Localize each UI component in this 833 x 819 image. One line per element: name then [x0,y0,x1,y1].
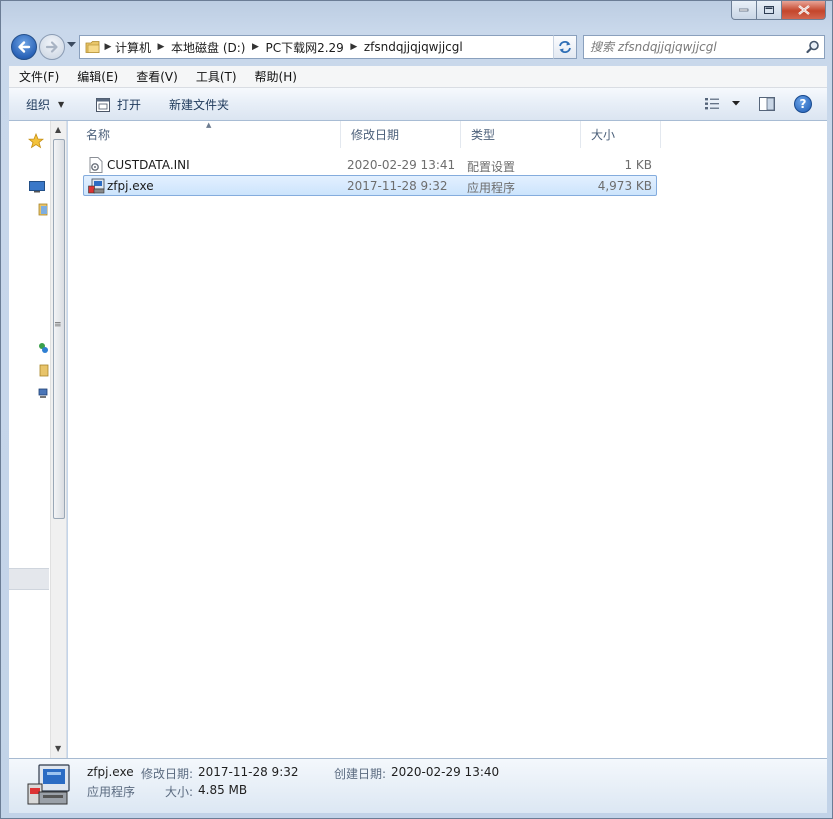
favorites-star-icon[interactable] [28,133,44,149]
file-date: 2020-02-29 13:41 [347,158,456,172]
setup-installer-icon [88,178,105,194]
scrollbar-grip-icon: ≡ [54,320,62,330]
details-filename: zfpj.exe [87,765,134,779]
menu-tools[interactable]: 工具(T) [186,68,245,85]
file-name: CUSTDATA.INI [107,158,190,172]
details-modified-label: 修改日期: [141,767,194,781]
menu-bar: 文件(F) 编辑(E) 查看(V) 工具(T) 帮助(H) [9,66,827,88]
ini-settings-file-icon [89,157,103,173]
open-label: 打开 [117,98,142,112]
close-icon [797,5,810,15]
folder-icon [85,41,100,53]
breadcrumb-computer[interactable]: 计算机 [115,39,151,56]
file-row-selected[interactable]: zfpj.exe 2017-11-28 9:32 应用程序 4,973 KB [83,175,657,196]
new-folder-button[interactable]: 新建文件夹 [169,96,229,113]
menu-help[interactable]: 帮助(H) [245,68,305,85]
search-input[interactable] [590,39,800,55]
forward-arrow-icon [45,41,58,53]
organize-label: 组织 [26,98,51,112]
menu-file[interactable]: 文件(F) [9,68,67,85]
details-type: 应用程序 [87,785,136,799]
desktop-icon[interactable] [29,181,45,193]
organize-button[interactable]: 组织 ▼ [26,96,64,113]
libraries-icon[interactable] [38,203,48,217]
column-header-type[interactable]: 类型 [461,121,581,148]
menu-view[interactable]: 查看(V) [126,68,186,85]
column-name-label: 名称 [86,128,111,142]
navigation-pane-selection [9,568,49,590]
file-row[interactable]: CUSTDATA.INI 2020-02-29 13:41 配置设置 1 KB [83,154,657,175]
details-size-label: 大小: [165,785,194,799]
breadcrumb-chevron-icon[interactable]: ▶ [101,42,115,52]
column-date-label: 修改日期 [351,128,400,142]
scroll-down-arrow-icon[interactable]: ▼ [55,744,61,753]
file-type: 配置设置 [467,160,516,174]
back-button[interactable] [11,34,37,60]
column-type-label: 类型 [471,128,496,142]
details-size-value: 4.85 MB [198,783,248,797]
file-name: zfpj.exe [107,179,154,193]
network-icon[interactable] [38,386,48,400]
open-button[interactable]: 打开 [95,96,141,113]
navigation-pane-scrollbar[interactable]: ▲ ≡ ▼ [50,121,67,758]
file-list: ▲ 名称 修改日期 类型 大小 CUSTDATA.INI 2020-02-29 … [68,121,827,758]
setup-installer-icon [27,764,70,805]
homegroup-icon[interactable] [38,341,48,355]
navigation-pane [9,121,50,758]
recent-pages-chevron-down-icon[interactable] [67,42,76,48]
minimize-button[interactable] [731,1,757,20]
search-box [583,35,825,59]
command-bar: 组织 ▼ 打开 新建文件夹 ? [9,88,827,121]
breadcrumb-folder[interactable]: PC下载网2.29 [265,39,343,56]
breadcrumb: ▶ 计算机 ▶ 本地磁盘 (D:) ▶ PC下载网2.29 ▶ zfsndqjj… [101,39,463,56]
maximize-button[interactable] [757,1,782,20]
column-header-size[interactable]: 大小 [581,121,661,148]
column-header-date[interactable]: 修改日期 [341,121,461,148]
details-created-label: 创建日期: [334,767,387,781]
preview-pane-icon[interactable] [759,97,775,111]
maximize-icon [763,5,774,14]
caption-buttons [731,1,826,20]
minimize-icon [739,8,749,12]
explorer-window: ▶ 计算机 ▶ 本地磁盘 (D:) ▶ PC下载网2.29 ▶ zfsndqjj… [0,0,833,819]
details-pane: zfpj.exe 修改日期: 2017-11-28 9:32 创建日期: 202… [9,758,827,813]
breadcrumb-chevron-icon[interactable]: ▶ [344,42,364,52]
column-size-label: 大小 [591,128,616,142]
computer-folder-icon[interactable] [39,364,49,378]
change-view-button[interactable] [704,97,741,111]
file-size: 4,973 KB [597,179,652,193]
chevron-down-icon [732,101,740,106]
file-type: 应用程序 [467,181,516,195]
refresh-button[interactable] [553,35,577,59]
file-size: 1 KB [624,158,652,172]
forward-button[interactable] [39,34,65,60]
new-folder-label: 新建文件夹 [169,98,230,112]
breadcrumb-current[interactable]: zfsndqjjqjqwjjcgl [364,40,463,54]
back-arrow-icon [18,41,31,53]
search-icon[interactable] [806,40,820,54]
details-modified-value: 2017-11-28 9:32 [198,765,299,779]
breadcrumb-drive[interactable]: 本地磁盘 (D:) [171,39,245,56]
refresh-icon [559,41,571,53]
chevron-down-icon: ▼ [58,100,65,109]
breadcrumb-chevron-icon[interactable]: ▶ [151,42,171,52]
file-date: 2017-11-28 9:32 [347,179,448,193]
details-view-icon [705,98,719,110]
navigation-bar: ▶ 计算机 ▶ 本地磁盘 (D:) ▶ PC下载网2.29 ▶ zfsndqjj… [9,33,827,61]
close-button[interactable] [782,1,826,20]
details-created-value: 2020-02-29 13:40 [391,765,500,779]
help-icon[interactable]: ? [794,95,812,113]
column-header-name[interactable]: 名称 [76,121,341,148]
menu-edit[interactable]: 编辑(E) [67,68,126,85]
address-bar[interactable]: ▶ 计算机 ▶ 本地磁盘 (D:) ▶ PC下载网2.29 ▶ zfsndqjj… [79,35,575,59]
scroll-up-arrow-icon[interactable]: ▲ [55,125,61,134]
breadcrumb-chevron-icon[interactable]: ▶ [245,42,265,52]
open-app-icon [96,97,110,112]
